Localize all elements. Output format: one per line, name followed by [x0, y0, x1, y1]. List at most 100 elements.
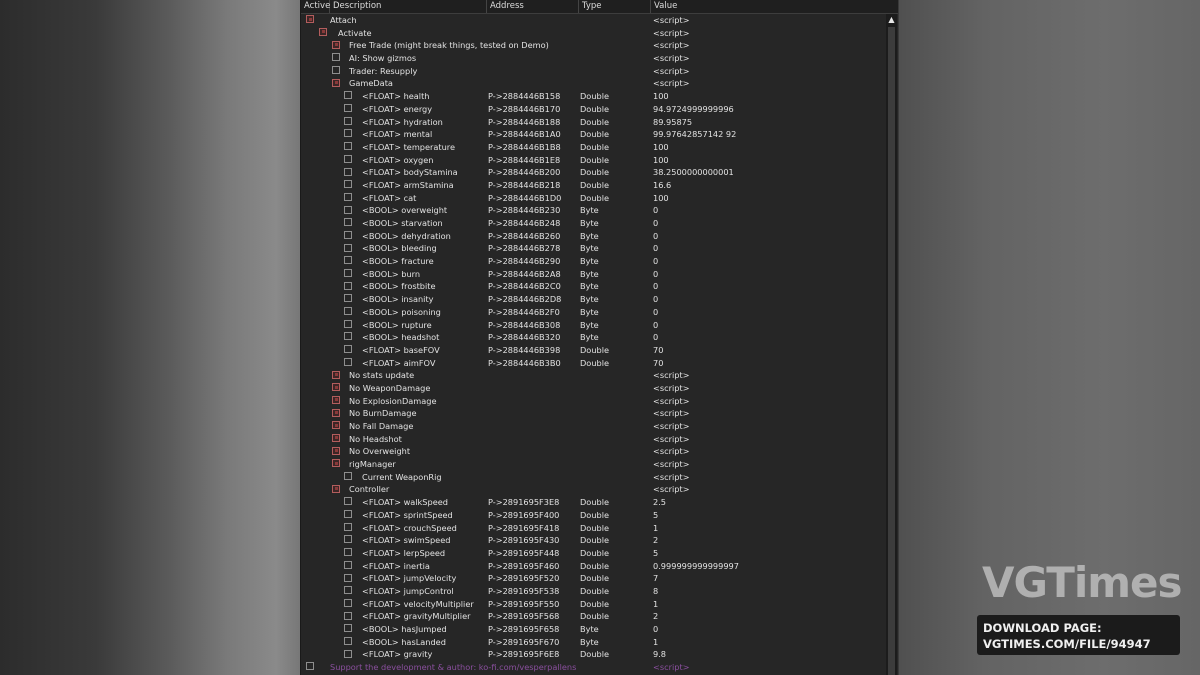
active-checkbox[interactable] — [344, 332, 352, 341]
row-value[interactable]: 5 — [653, 509, 658, 522]
table-row[interactable]: <BOOL> burn P->2884446B2A8 Byte 0 — [301, 268, 884, 281]
table-row[interactable]: <FLOAT> aimFOV P->2884446B3B0 Double 70 — [301, 357, 884, 370]
active-checkbox[interactable] — [344, 281, 352, 290]
row-value[interactable]: <script> — [653, 395, 690, 408]
active-checkbox[interactable] — [344, 649, 352, 658]
row-value[interactable]: 2.5 — [653, 496, 666, 509]
row-value[interactable]: <script> — [653, 445, 690, 458]
column-address[interactable]: Address — [487, 0, 579, 13]
column-active[interactable]: Active — [301, 0, 330, 13]
table-row[interactable]: <FLOAT> velocityMultiplier P->2891695F550… — [301, 598, 884, 611]
active-checkbox[interactable] — [344, 573, 352, 582]
row-value[interactable]: 0 — [653, 268, 658, 281]
active-checkbox[interactable] — [332, 433, 340, 442]
row-value[interactable]: 99.97642857142 92 — [653, 128, 736, 141]
row-value[interactable]: 7 — [653, 572, 658, 585]
table-row[interactable]: <BOOL> fracture P->2884446B290 Byte 0 — [301, 255, 884, 268]
table-row[interactable]: <FLOAT> oxygen P->2884446B1E8 Double 100 — [301, 154, 884, 167]
table-row[interactable]: No WeaponDamage <script> — [301, 382, 884, 395]
column-value[interactable]: Value — [651, 0, 886, 13]
active-checkbox[interactable] — [344, 522, 352, 531]
download-url[interactable]: VGTIMES.COM/FILE/94947 — [983, 637, 1151, 651]
table-row[interactable]: <FLOAT> lerpSpeed P->2891695F448 Double 5 — [301, 547, 884, 560]
table-row[interactable]: <FLOAT> health P->2884446B158 Double 100 — [301, 90, 884, 103]
table-row[interactable]: <BOOL> starvation P->2884446B248 Byte 0 — [301, 217, 884, 230]
row-value[interactable]: <script> — [653, 39, 690, 52]
table-row[interactable]: GameData <script> — [301, 77, 884, 90]
row-value[interactable]: 0 — [653, 280, 658, 293]
active-checkbox[interactable] — [344, 586, 352, 595]
table-row[interactable]: <BOOL> hasJumped P->2891695F658 Byte 0 — [301, 623, 884, 636]
table-row[interactable]: <BOOL> headshot P->2884446B320 Byte 0 — [301, 331, 884, 344]
active-checkbox[interactable] — [332, 53, 340, 62]
table-row[interactable]: Free Trade (might break things, tested o… — [301, 39, 884, 52]
active-checkbox[interactable] — [344, 116, 352, 125]
table-row[interactable]: No ExplosionDamage <script> — [301, 395, 884, 408]
active-checkbox[interactable] — [344, 167, 352, 176]
scroll-up-icon[interactable]: ▲ — [886, 14, 897, 26]
row-value[interactable]: <script> — [653, 27, 690, 40]
table-row[interactable]: <FLOAT> sprintSpeed P->2891695F400 Double 5 — [301, 509, 884, 522]
row-value[interactable]: <script> — [653, 433, 690, 446]
active-checkbox[interactable] — [344, 230, 352, 239]
active-checkbox[interactable] — [344, 307, 352, 316]
row-value[interactable]: 2 — [653, 534, 658, 547]
active-checkbox[interactable] — [344, 243, 352, 252]
row-value[interactable]: <script> — [653, 420, 690, 433]
active-checkbox[interactable] — [306, 662, 314, 671]
active-checkbox[interactable] — [344, 269, 352, 278]
row-value[interactable]: 1 — [653, 636, 658, 649]
row-value[interactable]: 8 — [653, 585, 658, 598]
table-row[interactable]: Controller <script> — [301, 483, 884, 496]
table-row[interactable]: <FLOAT> swimSpeed P->2891695F430 Double 2 — [301, 534, 884, 547]
column-description[interactable]: Description — [330, 0, 487, 13]
row-value[interactable]: <script> — [653, 471, 690, 484]
table-row[interactable]: <FLOAT> baseFOV P->2884446B398 Double 70 — [301, 344, 884, 357]
row-value[interactable]: <script> — [653, 661, 690, 674]
active-checkbox[interactable] — [344, 497, 352, 506]
active-checkbox[interactable] — [332, 408, 340, 417]
active-checkbox[interactable] — [344, 345, 352, 354]
table-row[interactable]: <FLOAT> armStamina P->2884446B218 Double 16… — [301, 179, 884, 192]
column-type[interactable]: Type — [579, 0, 651, 13]
table-row[interactable]: <FLOAT> inertia P->2891695F460 Double 0.999… — [301, 560, 884, 573]
row-value[interactable]: <script> — [653, 77, 690, 90]
active-checkbox[interactable] — [344, 611, 352, 620]
table-row[interactable]: No stats update <script> — [301, 369, 884, 382]
table-row[interactable]: <FLOAT> crouchSpeed P->2891695F418 Double 1 — [301, 522, 884, 535]
table-row[interactable]: <BOOL> bleeding P->2884446B278 Byte 0 — [301, 242, 884, 255]
row-value[interactable]: 5 — [653, 547, 658, 560]
table-row[interactable]: <FLOAT> walkSpeed P->2891695F3E8 Double 2.5 — [301, 496, 884, 509]
active-checkbox[interactable] — [332, 459, 340, 468]
row-value[interactable]: 1 — [653, 598, 658, 611]
row-value[interactable]: 0 — [653, 242, 658, 255]
active-checkbox[interactable] — [344, 636, 352, 645]
active-checkbox[interactable] — [332, 66, 340, 75]
table-row[interactable]: <FLOAT> jumpControl P->2891695F538 Double 8 — [301, 585, 884, 598]
row-value[interactable]: <script> — [653, 65, 690, 78]
active-checkbox[interactable] — [344, 598, 352, 607]
row-value[interactable]: 16.6 — [653, 179, 671, 192]
table-row[interactable]: <FLOAT> bodyStamina P->2884446B200 Double 3… — [301, 166, 884, 179]
row-value[interactable]: 0 — [653, 255, 658, 268]
table-row[interactable]: <FLOAT> cat P->2884446B1D0 Double 100 — [301, 192, 884, 205]
active-checkbox[interactable] — [344, 535, 352, 544]
active-checkbox[interactable] — [344, 154, 352, 163]
active-checkbox[interactable] — [344, 129, 352, 138]
table-row[interactable]: <FLOAT> gravity P->2891695F6E8 Double 9.8 — [301, 648, 884, 661]
active-checkbox[interactable] — [306, 15, 314, 24]
active-checkbox[interactable] — [344, 218, 352, 227]
table-row[interactable]: <FLOAT> mental P->2884446B1A0 Double 99.976… — [301, 128, 884, 141]
table-row[interactable]: rigManager <script> — [301, 458, 884, 471]
row-value[interactable]: 0 — [653, 204, 658, 217]
active-checkbox[interactable] — [344, 472, 352, 481]
row-value[interactable]: 100 — [653, 90, 669, 103]
row-value[interactable]: <script> — [653, 458, 690, 471]
active-checkbox[interactable] — [344, 357, 352, 366]
active-checkbox[interactable] — [344, 624, 352, 633]
row-value[interactable]: 100 — [653, 141, 669, 154]
active-checkbox[interactable] — [332, 446, 340, 455]
table-row[interactable]: <BOOL> frostbite P->2884446B2C0 Byte 0 — [301, 280, 884, 293]
active-checkbox[interactable] — [344, 205, 352, 214]
active-checkbox[interactable] — [332, 78, 340, 87]
